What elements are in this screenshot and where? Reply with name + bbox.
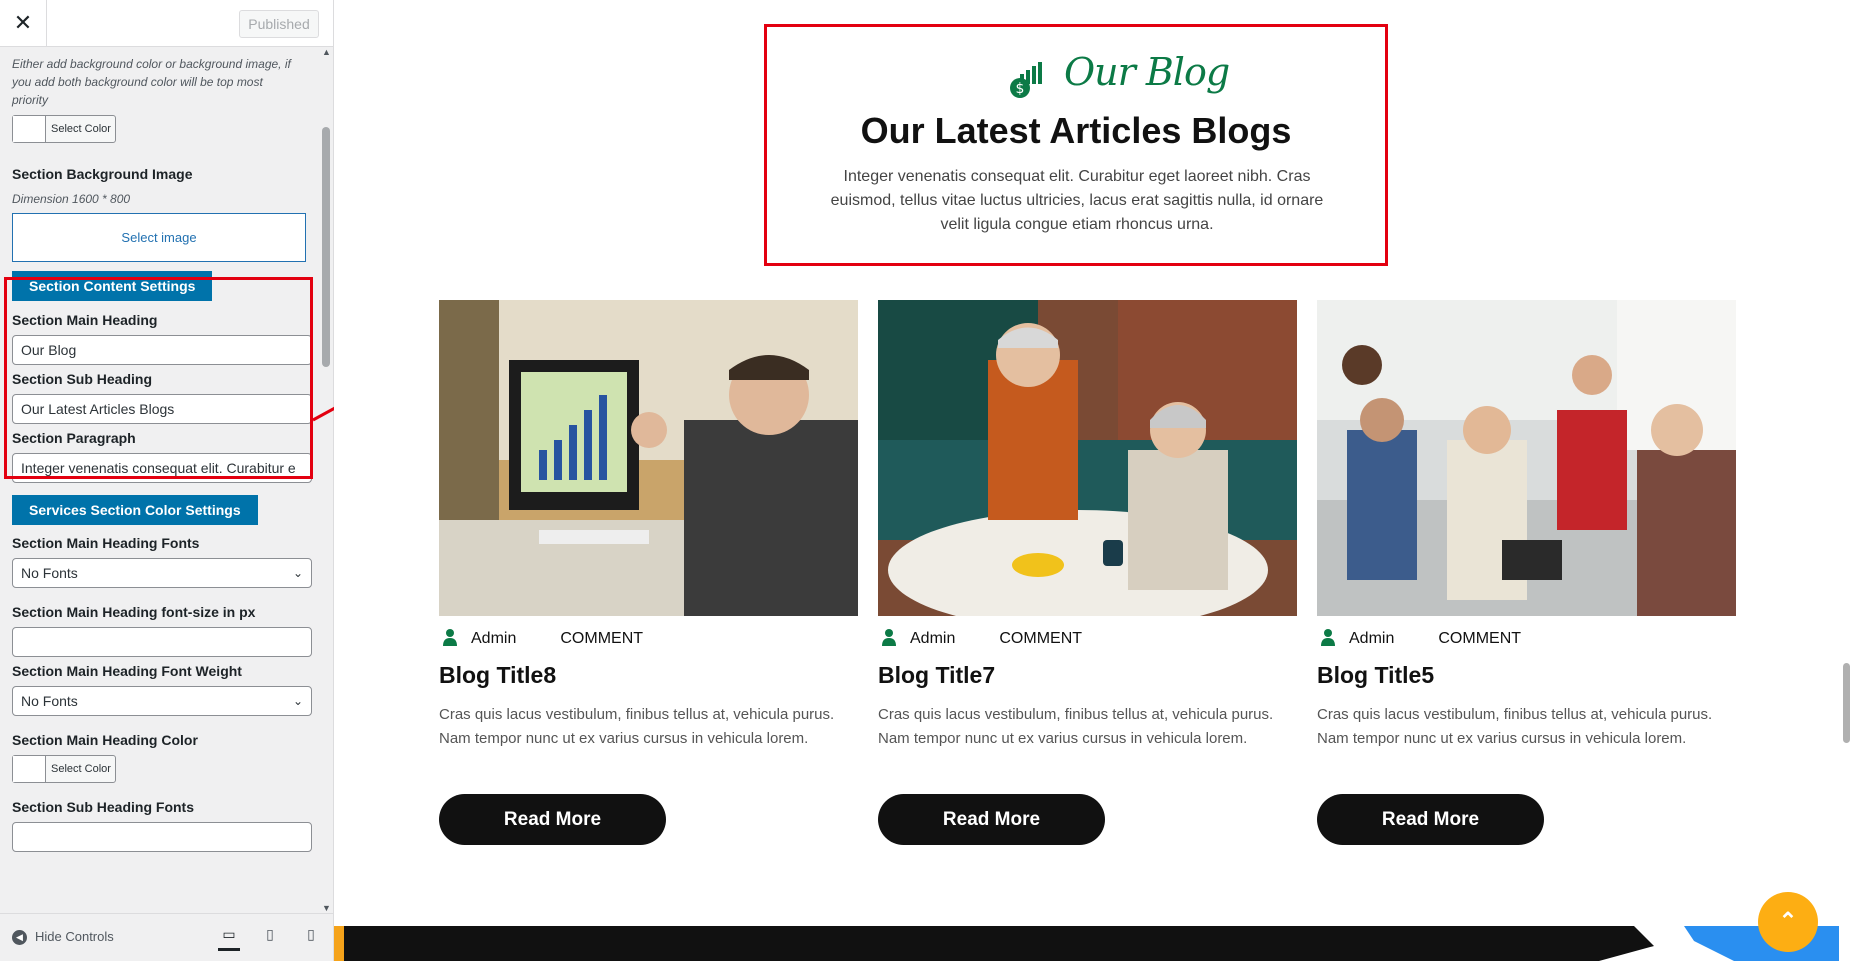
blog-image[interactable] [878, 300, 1297, 616]
comment-link[interactable]: COMMENT [560, 630, 643, 647]
blog-card: Admin COMMENT Blog Title5 Cras quis lacus… [1317, 300, 1736, 860]
scrollbar-thumb[interactable] [1843, 663, 1850, 743]
user-icon [882, 629, 896, 646]
author-name[interactable]: Admin [471, 630, 516, 647]
blog-excerpt: Cras quis lacus vestibulum, finibus tell… [1317, 706, 1713, 747]
blog-meta: Admin COMMENT [439, 628, 643, 650]
double-chevron-up-icon: ⌃ [1778, 908, 1798, 933]
read-more-button[interactable]: Read More [439, 794, 666, 845]
svg-text:$: $ [1016, 81, 1025, 97]
blog-image[interactable] [1317, 300, 1736, 616]
author-name[interactable]: Admin [1349, 630, 1394, 647]
scroll-to-top-button[interactable]: ⌃ [1758, 892, 1818, 952]
user-icon [443, 629, 457, 646]
read-more-button[interactable]: Read More [1317, 794, 1544, 845]
blog-title[interactable]: Blog Title8 [439, 662, 556, 689]
blog-excerpt: Cras quis lacus vestibulum, finibus tell… [878, 706, 1274, 747]
user-icon [1321, 629, 1335, 646]
blog-title[interactable]: Blog Title5 [1317, 662, 1434, 689]
blog-card: Admin COMMENT Blog Title7 Cras quis lacus… [878, 300, 1297, 860]
money-chart-icon: $ [1010, 62, 1042, 98]
comment-link[interactable]: COMMENT [1438, 630, 1521, 647]
blog-meta: Admin COMMENT [1317, 628, 1521, 650]
footer-band [334, 926, 1839, 961]
blog-title[interactable]: Blog Title7 [878, 662, 995, 689]
author-name[interactable]: Admin [910, 630, 955, 647]
blog-image[interactable] [439, 300, 858, 616]
comment-link[interactable]: COMMENT [999, 630, 1082, 647]
preview-scrollbar[interactable] [1839, 0, 1854, 961]
section-heading: Our Latest Articles Blogs [860, 110, 1292, 151]
read-more-button[interactable]: Read More [878, 794, 1105, 845]
section-paragraph: Integer venenatis consequat elit. Curabi… [830, 168, 1324, 233]
blog-card: Admin COMMENT Blog Title8 Cras quis lacus… [439, 300, 858, 860]
blog-excerpt: Cras quis lacus vestibulum, finibus tell… [439, 706, 835, 747]
section-kicker-text: Our Blog [1064, 50, 1230, 94]
blog-meta: Admin COMMENT [878, 628, 1082, 650]
